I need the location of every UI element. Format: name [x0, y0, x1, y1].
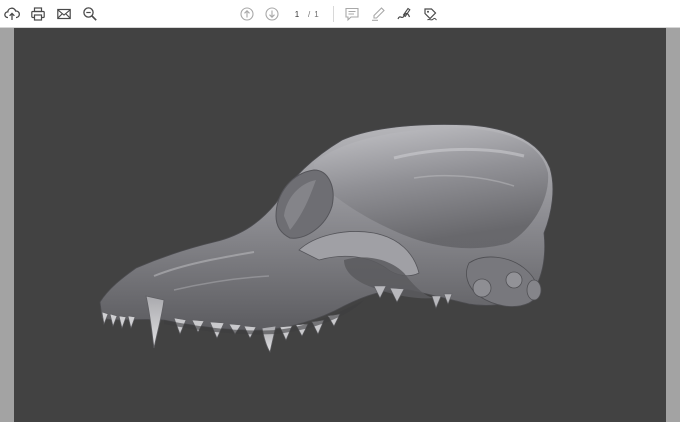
draw-button[interactable] — [394, 4, 414, 24]
upper-canine — [145, 295, 165, 349]
right-gutter — [666, 28, 680, 422]
email-icon — [57, 8, 71, 20]
left-gutter — [0, 28, 14, 422]
page-up-icon — [240, 7, 254, 21]
comment-button[interactable] — [342, 4, 362, 24]
print-button[interactable] — [28, 4, 48, 24]
sign-button[interactable] — [420, 4, 440, 24]
upload-icon — [4, 7, 20, 20]
next-page-button[interactable] — [262, 4, 282, 24]
lower-canine — [261, 325, 277, 353]
highlight-icon — [372, 7, 385, 21]
sign-icon — [424, 8, 437, 21]
highlight-button[interactable] — [368, 4, 388, 24]
print-icon — [31, 7, 45, 21]
page-separator: / — [308, 9, 311, 19]
page-total: 1 — [314, 9, 319, 19]
zoom-out-icon — [83, 7, 97, 21]
page-navigator: / 1 — [290, 6, 319, 22]
comment-icon — [345, 7, 359, 22]
page-down-icon — [265, 7, 279, 21]
page-number-input[interactable] — [290, 8, 304, 20]
draw-icon — [397, 7, 411, 20]
upload-button[interactable] — [2, 4, 22, 24]
document-canvas[interactable] — [14, 28, 666, 422]
dog-skull-3d-model[interactable] — [14, 28, 666, 422]
email-button[interactable] — [54, 4, 74, 24]
toolbar-divider — [333, 6, 334, 22]
zoom-out-button[interactable] — [80, 4, 100, 24]
previous-page-button[interactable] — [237, 4, 257, 24]
pdf-toolbar: / 1 — [0, 0, 680, 28]
